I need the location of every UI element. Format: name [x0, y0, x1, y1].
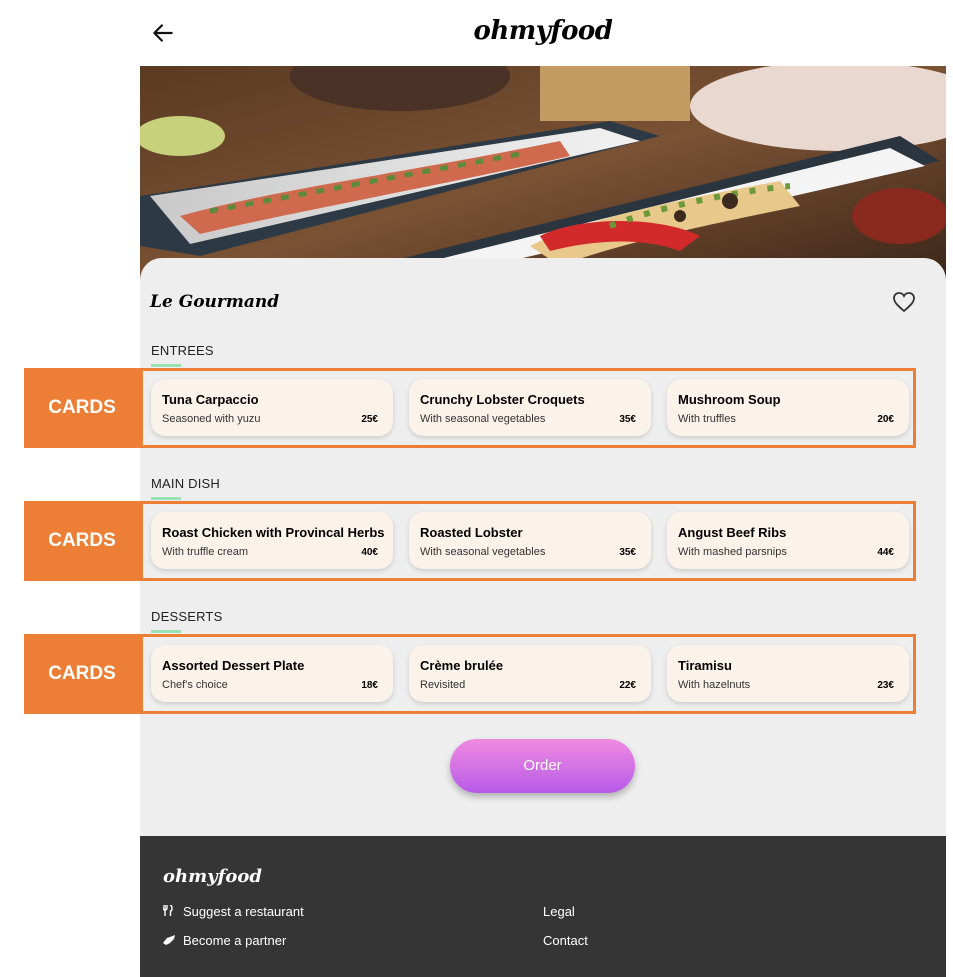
restaurant-page: ohmyfood Le Gourmand ENTREES Tuna Carpac… [140, 0, 946, 977]
section-title-desserts: DESSERTS [151, 609, 223, 633]
hero-food-photo [140, 66, 946, 286]
suggest-restaurant-label: Suggest a restaurant [183, 904, 304, 919]
heart-outline-icon[interactable] [892, 291, 916, 313]
section-title-entrees: ENTREES [151, 343, 214, 367]
contact-link[interactable]: Contact [543, 933, 588, 948]
annotation-frame-cards [140, 634, 916, 714]
annotation-label-cards: CARDS [24, 501, 140, 581]
utensils-icon [162, 904, 177, 919]
annotation-frame-cards [140, 368, 916, 448]
order-button[interactable]: Order [450, 739, 635, 793]
become-partner-label: Become a partner [183, 933, 287, 948]
annotation-label-cards: CARDS [24, 368, 140, 448]
annotation-label-cards: CARDS [24, 634, 140, 714]
annotation-frame-cards [140, 501, 916, 581]
restaurant-name: Le Gourmand [150, 292, 280, 312]
legal-link[interactable]: Legal [543, 904, 575, 919]
handshake-icon [163, 935, 177, 948]
app-logo[interactable]: ohmyfood [140, 16, 946, 46]
become-partner-link[interactable]: Become a partner [163, 933, 286, 948]
footer: ohmyfood Suggest a restaurant Become a p… [140, 836, 946, 977]
top-bar: ohmyfood [140, 0, 946, 66]
footer-logo: ohmyfood [163, 866, 262, 887]
hero-image [140, 66, 946, 286]
suggest-restaurant-link[interactable]: Suggest a restaurant [162, 904, 304, 919]
section-title-main-dish: MAIN DISH [151, 476, 220, 500]
